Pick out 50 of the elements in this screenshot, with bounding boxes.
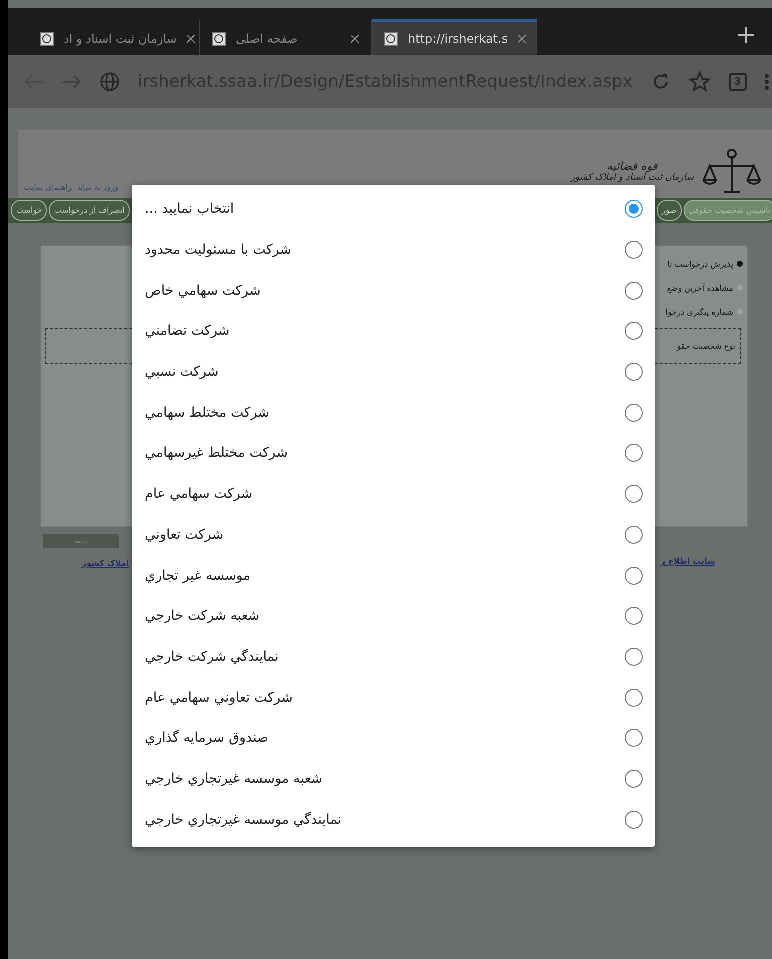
radio-button[interactable] [625, 282, 643, 300]
radio-button[interactable] [625, 566, 643, 585]
logo-title: قوه قضائیه [607, 160, 658, 172]
close-icon[interactable] [518, 34, 526, 42]
option-row[interactable]: نمايندگي موسسه غيرتجاري خارجي [132, 799, 655, 840]
logo-subtitle: سازمان ثبت اسناد و املاک کشور [570, 172, 694, 182]
radio-button[interactable] [625, 444, 643, 462]
option-row[interactable]: شرکت سهامي عام [132, 474, 655, 514]
option-row[interactable]: شرکت نسبي [132, 352, 655, 392]
nav-button[interactable]: انصراف از درخواست [49, 200, 130, 221]
radio-button[interactable] [625, 648, 643, 666]
radio-button[interactable] [625, 607, 643, 626]
radio-button[interactable] [625, 729, 643, 748]
option-row[interactable]: انتخاب نمایید ... [132, 189, 655, 230]
browser-tab[interactable]: http://irsherkat.s [372, 19, 537, 55]
radio-button[interactable] [625, 241, 643, 260]
radio-button[interactable] [625, 200, 643, 218]
option-label: شماره پیگیری درخوا [666, 308, 734, 316]
nav-button[interactable]: خواست [11, 200, 48, 221]
option-row[interactable]: شرکت سهامي خاص [132, 270, 655, 312]
option-row[interactable]: شرکت تعاوني سهامي عام [132, 677, 655, 718]
option-row[interactable]: شرکت با مسئولیت محدود [132, 230, 655, 270]
option-row[interactable]: شرکت مختلط غيرسهامي [132, 433, 655, 474]
option-row[interactable]: شرکت تضامني [132, 311, 655, 352]
option-label: پذیرش درخواست تا [668, 260, 734, 268]
menu-icon[interactable] [764, 74, 769, 90]
option-label: مشاهده آخرین وضع [667, 284, 734, 292]
radio-button[interactable] [625, 810, 643, 829]
radio-button[interactable] [625, 770, 643, 788]
radio-button[interactable] [625, 688, 643, 707]
option-row[interactable]: صندوق سرمايه گذاري [132, 718, 655, 759]
option-row[interactable]: شعبه موسسه غيرتجاري خارجي [132, 758, 655, 800]
globe-icon [100, 72, 120, 92]
option-row[interactable]: شرکت تعاوني [132, 514, 655, 556]
option-row[interactable]: موسسه غير تجاري [132, 555, 655, 596]
star-icon[interactable] [688, 70, 711, 92]
radio-button[interactable] [625, 485, 643, 504]
radio-dot[interactable] [736, 261, 743, 267]
scales-emblem-icon [702, 148, 762, 194]
option-row[interactable]: شعبه شرکت خارجي [132, 596, 655, 637]
close-icon[interactable] [186, 34, 195, 42]
radio-button[interactable] [625, 363, 643, 382]
nav-button[interactable]: صور [657, 200, 682, 221]
radio-button[interactable] [625, 526, 643, 544]
radio-button[interactable] [625, 404, 643, 422]
close-icon[interactable] [351, 34, 359, 42]
option-row[interactable]: نمايندگي شرکت خارجي [132, 636, 655, 678]
field-label: نوع شخصیت حقو [677, 342, 736, 350]
option-row[interactable]: شرکت مختلط سهامي [132, 392, 655, 434]
radio-button[interactable] [625, 322, 643, 340]
